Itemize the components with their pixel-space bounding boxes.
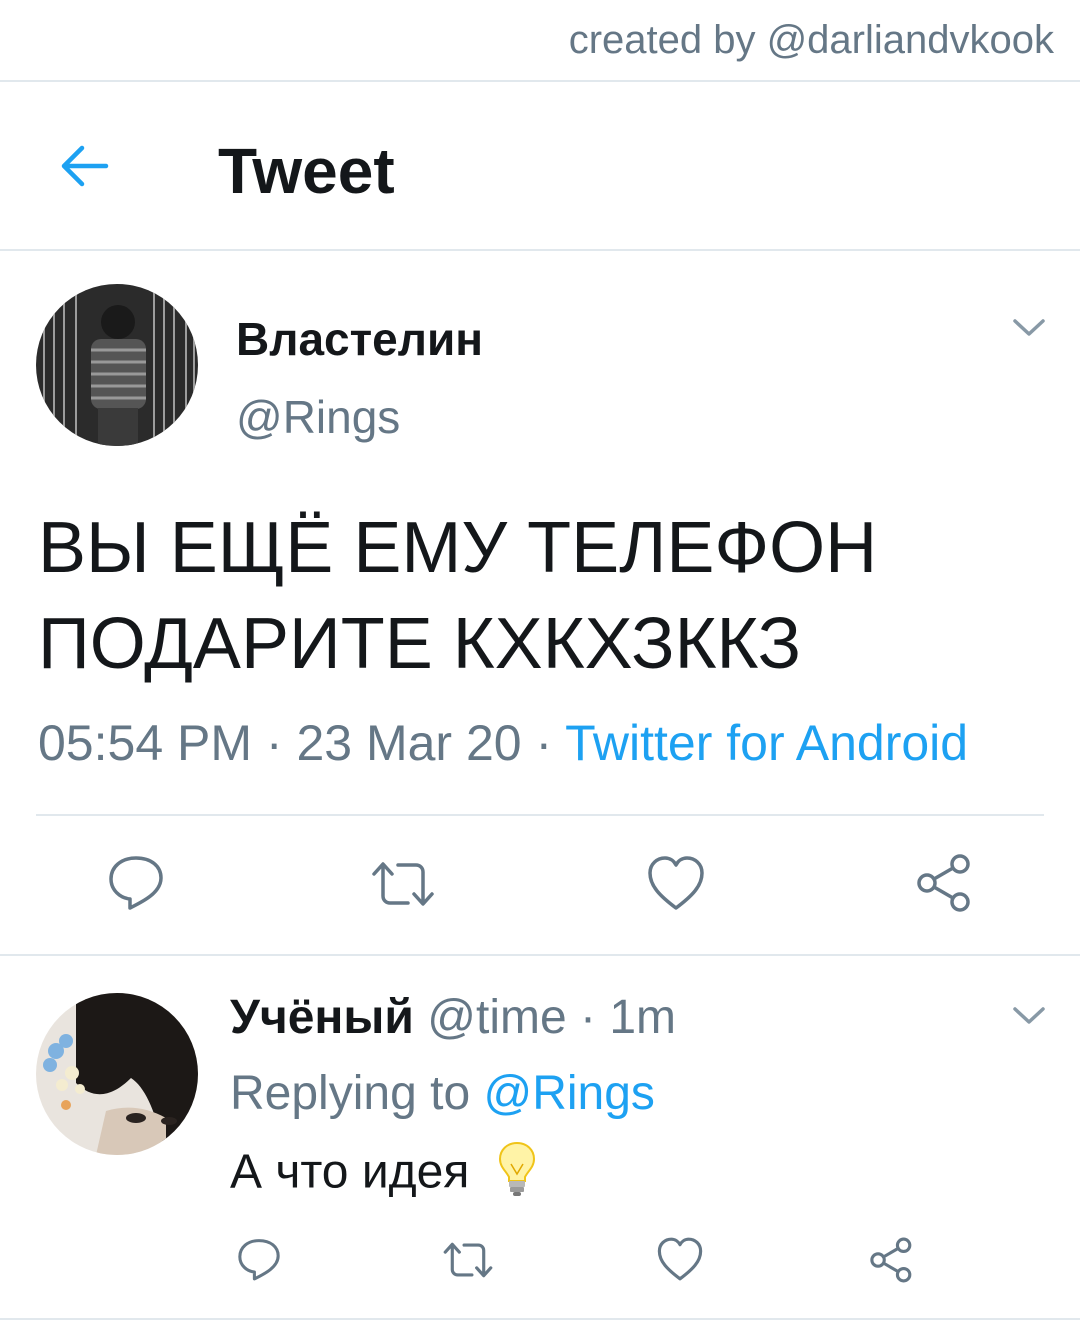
replying-prefix: Replying to — [230, 1067, 484, 1120]
reply-button[interactable] — [106, 852, 166, 917]
meta-separator: · — [252, 715, 297, 771]
reply-icon — [238, 1239, 280, 1281]
retweet-icon — [372, 862, 434, 906]
section-divider — [0, 954, 1080, 956]
back-button[interactable] — [56, 140, 116, 192]
meta-separator: · — [521, 715, 566, 771]
like-button[interactable] — [646, 854, 706, 917]
page-title: Tweet — [218, 135, 395, 207]
author-name[interactable]: Властелин — [236, 312, 483, 366]
reply-author-name[interactable]: Учёный — [230, 991, 414, 1044]
bottom-divider — [0, 1318, 1080, 1320]
reply-like-button[interactable] — [656, 1236, 704, 1287]
header-divider — [0, 249, 1080, 251]
share-icon — [870, 1237, 912, 1283]
watermark: created by @darliandvkook — [568, 18, 1054, 62]
reply-author-avatar[interactable] — [36, 993, 198, 1155]
reply-text: А что идея — [230, 1145, 470, 1199]
retweet-button[interactable] — [370, 856, 436, 917]
reply-text-line: А что идея — [230, 1140, 537, 1210]
meta-divider — [36, 814, 1044, 816]
like-icon — [657, 1237, 703, 1281]
tweet-options-button[interactable] — [1012, 316, 1046, 340]
tweet-meta: 05:54 PM · 23 Mar 20 · Twitter for Andro… — [38, 714, 968, 772]
replying-to: Replying to @Rings — [230, 1066, 655, 1121]
share-button[interactable] — [914, 852, 976, 919]
retweet-icon — [443, 1242, 493, 1278]
reply-author-line: Учёный @time · 1m — [230, 990, 676, 1045]
reply-retweet-button[interactable] — [442, 1238, 494, 1287]
reply-reply-button[interactable] — [236, 1236, 282, 1287]
author-handle[interactable]: @Rings — [236, 390, 400, 444]
reply-options-button[interactable] — [1012, 1004, 1046, 1028]
share-icon — [917, 854, 970, 912]
header: Tweet — [0, 82, 1080, 250]
reply-author-handle[interactable]: @time · 1m — [414, 991, 676, 1044]
reply-icon — [109, 856, 163, 910]
lightbulb-icon — [497, 1140, 537, 1210]
like-icon — [648, 856, 704, 910]
author-avatar[interactable] — [36, 284, 198, 446]
tweet-date: 23 Mar 20 — [296, 715, 522, 771]
back-arrow-icon — [61, 145, 109, 187]
replying-mention-link[interactable]: @Rings — [483, 1067, 654, 1120]
chevron-down-icon — [1013, 1007, 1045, 1024]
tweet-source-link[interactable]: Twitter for Android — [565, 715, 968, 771]
reply-share-button[interactable] — [868, 1236, 916, 1289]
tweet-text: ВЫ ЕЩЁ ЕМУ ТЕЛЕФОН ПОДАРИТЕ КХКХЗККЗ — [38, 508, 878, 684]
tweet-time: 05:54 PM — [38, 715, 253, 771]
chevron-down-icon — [1013, 319, 1045, 336]
